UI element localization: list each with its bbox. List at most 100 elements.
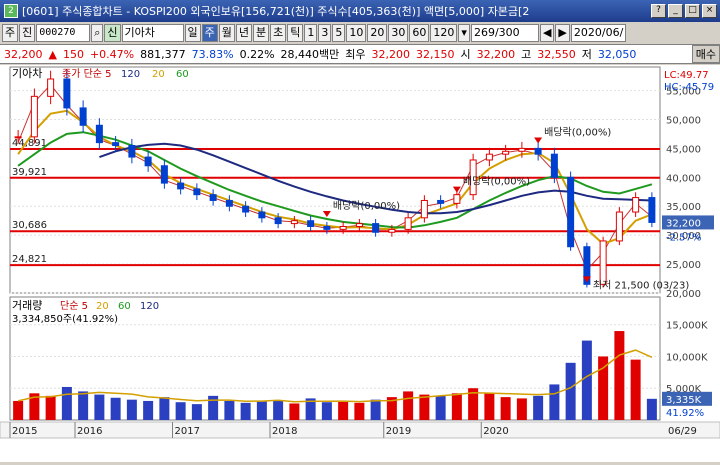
period-tabs: 일 주 월 년 분 초 틱 1 3 5 10 20 30 60 120: [184, 24, 458, 42]
period-tab[interactable]: 년: [235, 24, 253, 42]
toolbar: 주 진 000270 ⌕ 신 기아차 일 주 월 년 분 초 틱 1 3 5 10 20 30 60 120…: [0, 22, 720, 44]
candle-body: [550, 153, 558, 178]
price-chart-title: 기아차: [12, 67, 42, 80]
period-tab[interactable]: 60: [409, 24, 430, 42]
x-axis-label: 2020: [483, 426, 508, 437]
candle-body: [128, 145, 136, 158]
period-tab[interactable]: 5: [332, 24, 346, 42]
lc-label: LC:49.77: [664, 70, 709, 81]
volume-bar: [581, 340, 592, 420]
volume-bar: [143, 400, 154, 420]
candle-body: [30, 95, 38, 138]
price-change: 150: [62, 47, 84, 61]
volume-bar: [224, 400, 235, 420]
week-button[interactable]: 주: [2, 24, 19, 42]
candle-body: [420, 199, 428, 219]
volume-legend-item: 60: [118, 301, 131, 312]
last-volume-percent: 41.92%: [666, 408, 704, 419]
x-axis-label: 2017: [175, 426, 200, 437]
search-icon[interactable]: ⌕: [91, 24, 104, 42]
close-button[interactable]: ×: [702, 4, 717, 18]
volume-bar: [549, 384, 560, 420]
period-tab[interactable]: 3: [318, 24, 332, 42]
window-title: [0601] 주식종합차트 - KOSPI200 외국인보유[156,721(천…: [22, 5, 530, 18]
price-legend-item: 60: [176, 69, 189, 80]
volume-bar: [500, 397, 511, 420]
amount-value: 28,440백만: [280, 48, 340, 61]
chevron-down-icon[interactable]: ▾: [458, 24, 470, 42]
candle-body: [209, 194, 217, 201]
volume-legend-item: 20: [96, 301, 109, 312]
candle-body: [615, 211, 623, 242]
maximize-button[interactable]: □: [685, 4, 700, 18]
volume-bar: [159, 397, 170, 420]
candle-body: [193, 188, 201, 196]
app-icon: 2: [4, 4, 18, 18]
window-controls: ? _ □ ×: [651, 4, 717, 18]
period-tab[interactable]: 주: [201, 24, 218, 42]
quote-bar: 32,200 ▲ 150 +0.47% 881,377 73.83% 0.22%…: [0, 44, 720, 64]
title-bar: 2 [0601] 주식종합차트 - KOSPI200 외국인보유[156,721…: [0, 0, 720, 22]
candle-body: [339, 225, 347, 230]
volume-bar: [435, 395, 446, 420]
period-tab[interactable]: 분: [253, 24, 270, 42]
volume-bar: [354, 402, 365, 420]
date-field[interactable]: 2020/06/: [570, 24, 627, 42]
low-price: 32,050: [597, 47, 637, 61]
open-value: 32,150: [416, 47, 455, 61]
volume-bar: [256, 401, 267, 420]
period-tab[interactable]: 30: [388, 24, 409, 42]
up-arrow-icon: ▲: [48, 47, 57, 61]
jin-button[interactable]: 진: [19, 24, 36, 42]
next-page-button[interactable]: ▶: [555, 24, 570, 42]
help-button[interactable]: ?: [651, 4, 666, 18]
candle-body: [258, 211, 266, 219]
volume-chart-title: 거래량: [12, 299, 42, 312]
volume-bar: [175, 402, 186, 420]
candle-body: [323, 225, 331, 230]
volume-bar: [565, 362, 576, 420]
stock-name-field: 기아차: [121, 24, 184, 42]
candle-body: [242, 205, 250, 213]
volume-bar: [126, 399, 137, 420]
volume-legend-item: 단순 5: [60, 300, 88, 312]
volume-axis-label: 15,000K: [666, 321, 708, 332]
stock-code-input[interactable]: 000270: [36, 24, 91, 42]
price-axis-label: 45,000: [666, 144, 701, 155]
period-tab[interactable]: 120: [430, 24, 458, 42]
minimize-button[interactable]: _: [668, 4, 683, 18]
level-label: 24,821: [12, 254, 47, 265]
candle-body: [160, 165, 168, 184]
candle-body: [307, 220, 315, 227]
prev-page-button[interactable]: ◀: [539, 24, 555, 42]
period-tab[interactable]: 초: [270, 24, 287, 42]
period-tab[interactable]: 일: [184, 24, 201, 42]
period-tab[interactable]: 1: [304, 24, 318, 42]
volume-bar: [289, 403, 300, 420]
period-tab[interactable]: 20: [367, 24, 388, 42]
x-axis-label: 2019: [386, 426, 411, 437]
x-axis-label: 06/29: [668, 426, 697, 437]
volume-bar: [94, 394, 105, 420]
candle-body: [502, 150, 510, 155]
annotation-label: 최저 21,500 (03/23): [593, 279, 689, 291]
period-tab[interactable]: 월: [218, 24, 235, 42]
new-button[interactable]: 신: [104, 24, 121, 42]
chart-svg[interactable]: 55,00050,00045,00040,00035,00030,00025,0…: [0, 46, 720, 462]
candle-body: [567, 176, 575, 248]
candle-body: [632, 197, 640, 213]
period-tab[interactable]: 틱: [287, 24, 304, 42]
volume-legend-item: 120: [140, 301, 159, 312]
x-axis-label: 2016: [77, 426, 102, 437]
buy-button[interactable]: 매수: [691, 45, 720, 63]
candle-body: [453, 194, 461, 204]
period-tab[interactable]: 10: [346, 24, 367, 42]
last-price-label: 32,200: [666, 218, 701, 229]
price-axis-label: 25,000: [666, 260, 701, 271]
volume-bar: [61, 386, 72, 420]
volume-bar: [533, 395, 544, 420]
chart-area[interactable]: 55,000 50,000 45,000 40,000 35,000 30,000 25,0…: [0, 46, 720, 462]
volume-bar: [630, 359, 641, 420]
volume-bar: [451, 393, 462, 420]
high-prefix: 고: [521, 48, 532, 61]
